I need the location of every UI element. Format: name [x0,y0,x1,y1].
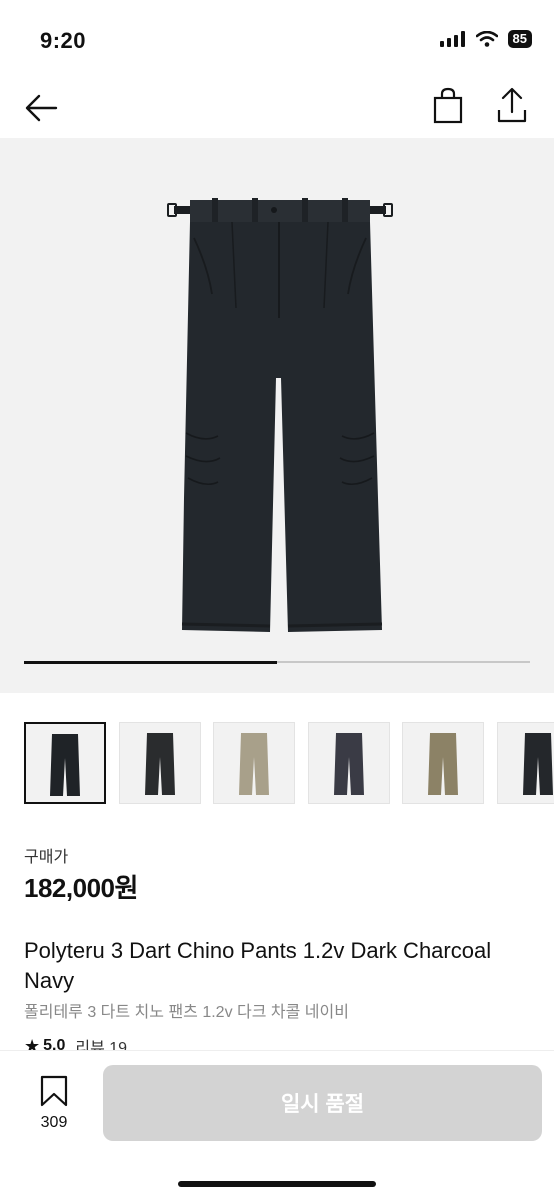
status-bar: 9:20 85 [0,0,554,80]
thumbnail-pants-image [239,733,269,795]
thumbnail-pants-image [522,733,553,795]
thumbnail-pants-image [50,734,80,796]
home-indicator[interactable] [178,1181,376,1187]
thumbnail-pants-image [428,733,458,795]
sold-out-button[interactable]: 일시 품절 [103,1065,542,1141]
signal-icon [439,31,465,47]
status-icons: 85 [439,30,532,48]
thumbnail-pants-image [144,733,175,795]
wishlist-count: 309 [40,1114,68,1131]
share-icon[interactable] [494,86,530,126]
back-arrow-icon[interactable] [22,88,62,128]
wishlist-button[interactable]: 309 [28,1075,80,1135]
wifi-icon [475,31,498,47]
product-price: 182,000원 [24,873,138,903]
gallery-progress-fill [24,660,277,664]
top-nav [0,80,554,138]
thumbnail-pants-image [333,733,364,795]
bottom-action-bar: 309 일시 품절 [0,1050,554,1200]
thumbnail-1[interactable] [24,722,106,804]
shopping-bag-icon[interactable] [430,86,466,126]
thumbnail-5[interactable] [402,722,484,804]
product-title-en: Polyteru 3 Dart Chino Pants 1.2v Dark Ch… [24,938,492,993]
thumbnail-6[interactable] [496,722,554,804]
thumbnail-3[interactable] [213,722,295,804]
status-time: 9:20 [40,28,87,53]
thumbnail-4[interactable] [307,722,390,804]
product-title-ko: 폴리테루 3 다트 치노 팬츠 1.2v 다크 차콜 네이비 [24,1004,349,1021]
gallery-progress-bar [24,660,530,664]
battery-icon: 85 [507,30,532,48]
thumbnail-2[interactable] [118,722,201,804]
bookmark-icon [40,1075,68,1107]
price-label: 구매가 [24,849,69,866]
thumbnail-strip [24,722,554,806]
product-image [167,198,393,632]
product-image-gallery[interactable] [0,138,554,693]
